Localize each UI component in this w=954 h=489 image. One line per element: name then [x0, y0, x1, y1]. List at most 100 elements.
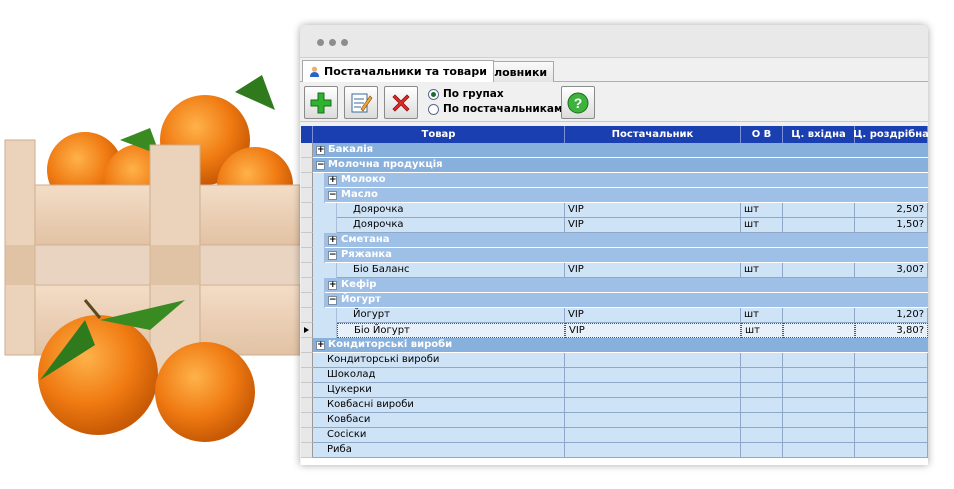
cell-price-in[interactable]	[783, 263, 855, 278]
cell-price-in[interactable]	[783, 428, 855, 443]
table-row[interactable]: Доярочка VIP шт 2,50?	[301, 203, 928, 218]
cell-product[interactable]: Цукерки	[313, 383, 565, 398]
cell-price-retail[interactable]: 1,20?	[855, 308, 928, 323]
group-row[interactable]: + Бакалія	[301, 143, 928, 158]
cell-unit[interactable]	[741, 368, 783, 383]
table-row-current[interactable]: Біо Йогурт VIP шт 3,80?	[301, 323, 928, 338]
cell-product[interactable]: Ковбасні вироби	[313, 398, 565, 413]
list-item[interactable]: Цукерки	[301, 383, 928, 398]
cell-price-in[interactable]	[783, 413, 855, 428]
group-row[interactable]: + Кондиторські вироби	[301, 338, 928, 353]
list-item[interactable]: Риба	[301, 443, 928, 458]
cell-product[interactable]: Доярочка	[337, 203, 565, 218]
cell-supplier[interactable]	[565, 413, 741, 428]
cell-price-in[interactable]	[783, 398, 855, 413]
delete-button[interactable]	[384, 86, 418, 119]
cell-unit[interactable]: шт	[741, 323, 783, 338]
cell-product[interactable]: Ковбаси	[313, 413, 565, 428]
cell-price-retail[interactable]	[855, 443, 928, 458]
cell-price-retail[interactable]	[855, 368, 928, 383]
cell-unit[interactable]: шт	[741, 308, 783, 323]
cell-price-in[interactable]	[783, 443, 855, 458]
expand-icon[interactable]: +	[328, 176, 337, 185]
cell-unit[interactable]: шт	[741, 218, 783, 233]
list-item[interactable]: Сосіски	[301, 428, 928, 443]
cell-unit[interactable]	[741, 428, 783, 443]
add-button[interactable]	[304, 86, 338, 119]
collapse-icon[interactable]: −	[328, 191, 337, 200]
radio-button[interactable]	[428, 103, 439, 115]
cell-product[interactable]: Біо Баланс	[337, 263, 565, 278]
collapse-icon[interactable]: −	[328, 251, 337, 260]
cell-price-retail[interactable]	[855, 353, 928, 368]
cell-product[interactable]: Кондиторські вироби	[313, 353, 565, 368]
cell-product[interactable]: Біо Йогурт	[337, 323, 565, 338]
cell-price-retail[interactable]: 3,00?	[855, 263, 928, 278]
list-item[interactable]: Кондиторські вироби	[301, 353, 928, 368]
subgroup-row[interactable]: + Сметана	[301, 233, 928, 248]
cell-price-retail[interactable]: 1,50?	[855, 218, 928, 233]
cell-price-in[interactable]	[783, 353, 855, 368]
cell-price-retail[interactable]	[855, 413, 928, 428]
cell-product[interactable]: Риба	[313, 443, 565, 458]
table-row[interactable]: Доярочка VIP шт 1,50?	[301, 218, 928, 233]
table-row[interactable]: Біо Баланс VIP шт 3,00?	[301, 263, 928, 278]
expand-icon[interactable]: +	[328, 281, 337, 290]
edit-button[interactable]	[344, 86, 378, 119]
cell-product[interactable]: Йогурт	[337, 308, 565, 323]
cell-unit[interactable]: шт	[741, 203, 783, 218]
cell-unit[interactable]: шт	[741, 263, 783, 278]
cell-product[interactable]: Доярочка	[337, 218, 565, 233]
cell-supplier[interactable]	[565, 443, 741, 458]
column-header-price-in[interactable]: Ц. вхідна	[783, 126, 855, 143]
cell-price-retail[interactable]	[855, 428, 928, 443]
cell-supplier[interactable]	[565, 368, 741, 383]
radio-by-groups[interactable]: По групах	[428, 87, 504, 101]
radio-by-suppliers[interactable]: По постачальникам	[428, 102, 563, 116]
subgroup-row[interactable]: − Масло	[301, 188, 928, 203]
cell-price-in[interactable]	[783, 218, 855, 233]
cell-supplier[interactable]	[565, 353, 741, 368]
cell-supplier[interactable]: VIP	[565, 218, 741, 233]
help-button[interactable]: ?	[561, 86, 595, 119]
cell-unit[interactable]	[741, 353, 783, 368]
group-row[interactable]: − Молочна продукція	[301, 158, 928, 173]
cell-price-retail[interactable]	[855, 383, 928, 398]
cell-supplier[interactable]: VIP	[565, 323, 741, 338]
column-header-unit[interactable]: О В	[741, 126, 783, 143]
subgroup-row[interactable]: + Кефір	[301, 278, 928, 293]
expand-icon[interactable]: +	[328, 236, 337, 245]
collapse-icon[interactable]: −	[328, 296, 337, 305]
expand-icon[interactable]: +	[316, 146, 325, 155]
cell-unit[interactable]	[741, 383, 783, 398]
table-row[interactable]: Йогурт VIP шт 1,20?	[301, 308, 928, 323]
collapse-icon[interactable]: −	[316, 161, 325, 170]
cell-unit[interactable]	[741, 398, 783, 413]
cell-price-in[interactable]	[783, 383, 855, 398]
list-item[interactable]: Ковбасні вироби	[301, 398, 928, 413]
subgroup-row[interactable]: + Молоко	[301, 173, 928, 188]
cell-price-retail[interactable]	[855, 398, 928, 413]
cell-supplier[interactable]	[565, 428, 741, 443]
cell-supplier[interactable]: VIP	[565, 308, 741, 323]
cell-supplier[interactable]: VIP	[565, 263, 741, 278]
cell-price-in[interactable]	[783, 308, 855, 323]
cell-price-retail[interactable]: 2,50?	[855, 203, 928, 218]
cell-supplier[interactable]: VIP	[565, 203, 741, 218]
subgroup-row[interactable]: − Йогурт	[301, 293, 928, 308]
cell-price-in[interactable]	[783, 203, 855, 218]
column-header-price-retail[interactable]: Ц. роздрібна	[853, 126, 928, 143]
list-item[interactable]: Шоколад	[301, 368, 928, 383]
cell-supplier[interactable]	[565, 383, 741, 398]
cell-price-in[interactable]	[783, 323, 855, 338]
column-header-supplier[interactable]: Постачальник	[565, 126, 741, 143]
cell-product[interactable]: Шоколад	[313, 368, 565, 383]
cell-price-retail[interactable]: 3,80?	[855, 323, 928, 338]
subgroup-row[interactable]: − Ряжанка	[301, 248, 928, 263]
cell-unit[interactable]	[741, 413, 783, 428]
cell-product[interactable]: Сосіски	[313, 428, 565, 443]
list-item[interactable]: Ковбаси	[301, 413, 928, 428]
radio-button[interactable]	[428, 88, 439, 100]
expand-icon[interactable]: +	[316, 341, 325, 350]
cell-supplier[interactable]	[565, 398, 741, 413]
